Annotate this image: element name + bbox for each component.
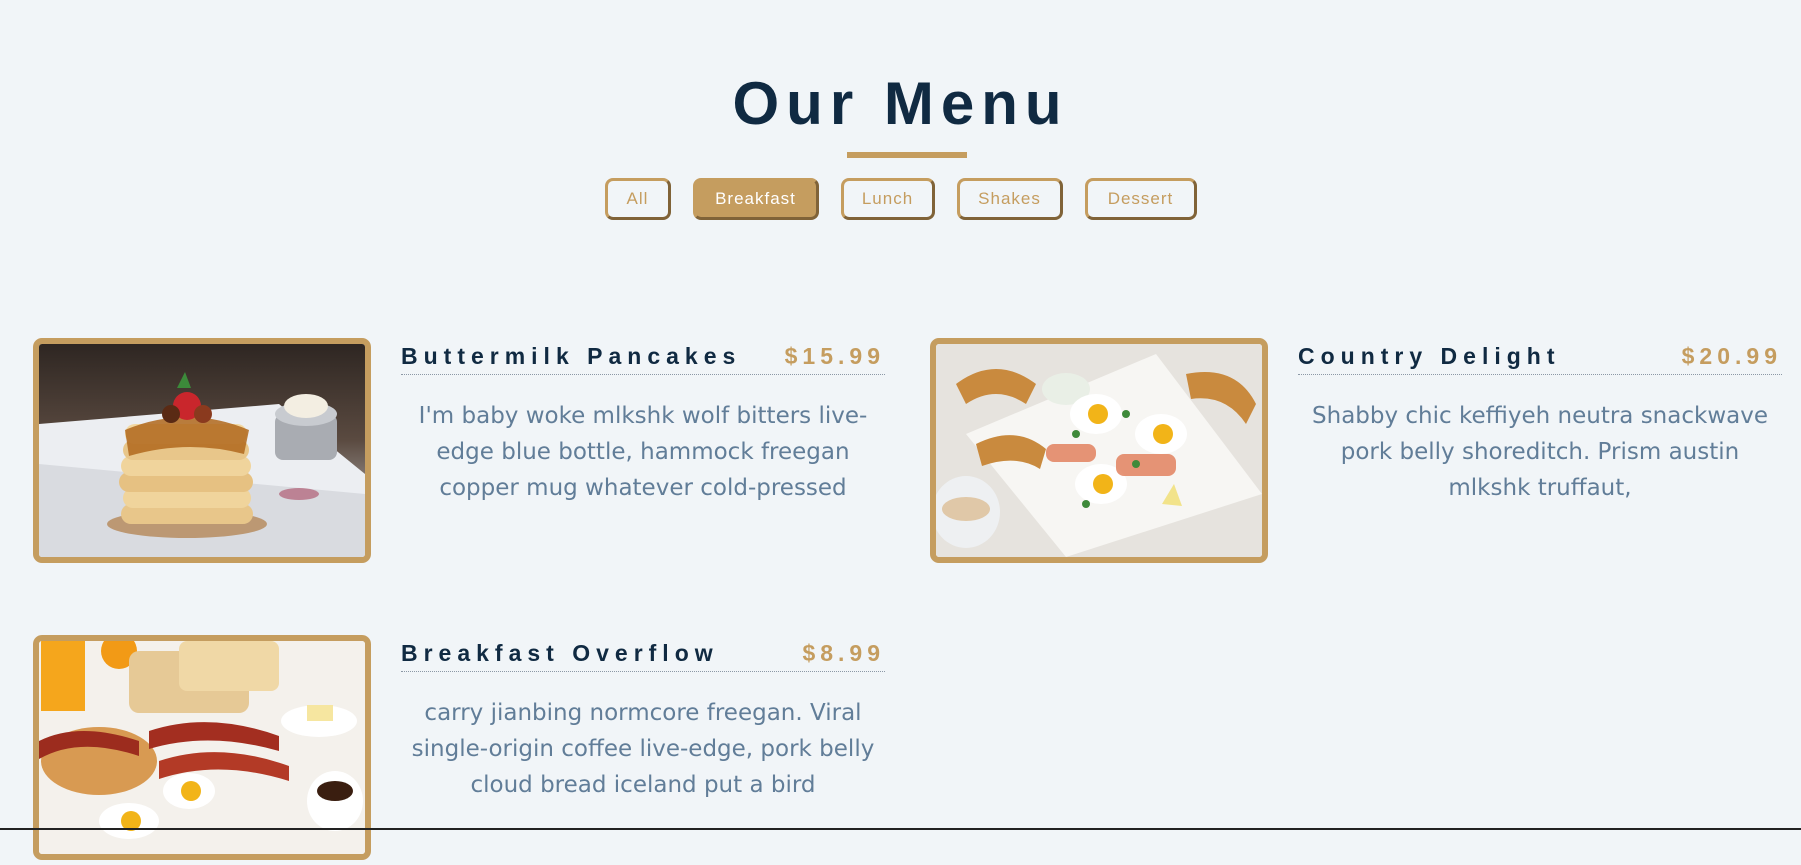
item-name: Country Delight bbox=[1298, 342, 1561, 369]
item-header: Country Delight $20.99 bbox=[1298, 338, 1782, 375]
item-price: $15.99 bbox=[784, 342, 885, 369]
item-price: $20.99 bbox=[1681, 342, 1782, 369]
croissant-eggs-photo bbox=[930, 338, 1268, 563]
filter-dessert-button[interactable]: Dessert bbox=[1084, 178, 1197, 220]
item-price: $8.99 bbox=[802, 639, 885, 666]
item-description: Shabby chic keffiyeh neutra snackwave po… bbox=[1312, 403, 1768, 501]
title-underline bbox=[847, 152, 967, 158]
filter-breakfast-button[interactable]: Breakfast bbox=[692, 178, 819, 220]
page-title: Our Menu bbox=[732, 70, 1069, 137]
filter-all-button[interactable]: All bbox=[604, 178, 671, 220]
item-header: Buttermilk Pancakes $15.99 bbox=[401, 338, 885, 375]
filter-shakes-button[interactable]: Shakes bbox=[956, 178, 1063, 220]
item-description: carry jianbing normcore freegan. Viral s… bbox=[411, 700, 875, 798]
menu-item: Buttermilk Pancakes $15.99 I'm baby woke… bbox=[33, 338, 903, 568]
category-filters: All Breakfast Lunch Shakes Dessert bbox=[0, 178, 1801, 220]
item-name: Buttermilk Pancakes bbox=[401, 342, 742, 369]
pancakes-photo bbox=[33, 338, 371, 563]
item-name: Breakfast Overflow bbox=[401, 639, 719, 666]
breakfast-platter-photo bbox=[33, 635, 371, 860]
filter-lunch-button[interactable]: Lunch bbox=[840, 178, 935, 220]
menu-item: Country Delight $20.99 Shabby chic keffi… bbox=[930, 338, 1800, 568]
item-header: Breakfast Overflow $8.99 bbox=[401, 635, 885, 672]
item-description: I'm baby woke mlkshk wolf bitters live-e… bbox=[418, 403, 868, 501]
menu-item: Breakfast Overflow $8.99 carry jianbing … bbox=[33, 635, 903, 865]
